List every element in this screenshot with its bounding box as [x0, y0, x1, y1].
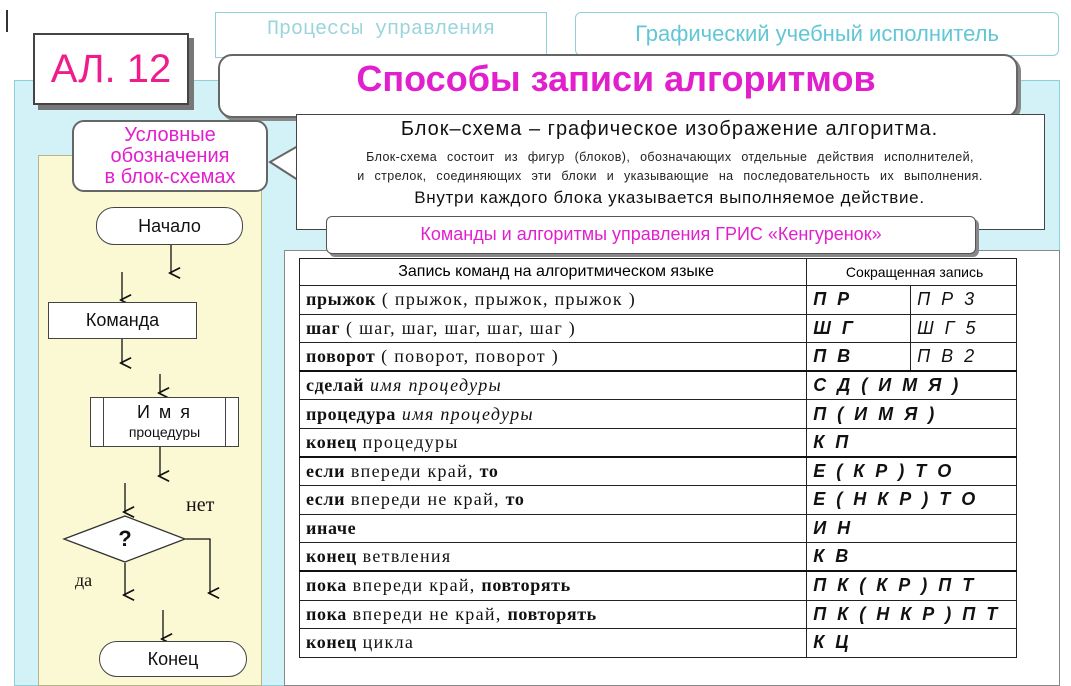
command-cell: сделай имя процедуры: [298, 370, 808, 401]
command-args: ветвления: [356, 546, 452, 567]
command-args: цикла: [356, 632, 415, 653]
keyword: шаг: [306, 317, 341, 338]
keyword: конец: [306, 432, 357, 453]
flowchart-procedure: И м я процедуры: [90, 397, 239, 447]
table-row: конец цикла К Ц: [298, 628, 1017, 658]
table-row: иначе И Н: [298, 513, 1017, 544]
keyword: сделай: [306, 375, 365, 396]
table-row: если впереди край, то Е ( К Р ) Т О: [298, 456, 1017, 487]
keyword: если: [306, 489, 346, 510]
command-cell: конец цикла: [298, 628, 808, 658]
keyword: процедура: [306, 403, 397, 424]
page-title: Способы записи алгоритмов: [356, 58, 876, 99]
decision-mark: ?: [118, 526, 132, 551]
section-subtitle: Команды и алгоритмы управления ГРИС «Кен…: [326, 216, 976, 254]
command-args: ( шаг, шаг, шаг, шаг, шаг ): [340, 317, 577, 338]
command-cell: конец ветвления: [298, 542, 808, 573]
command-args: ( поворот, поворот ): [375, 346, 560, 367]
command-cell: поворот ( поворот, поворот ): [298, 342, 808, 373]
short-cell: И Н: [806, 513, 1017, 544]
keyword: прыжок: [306, 289, 377, 310]
definition-line-4: Внутри каждого блока указывается выполня…: [414, 188, 925, 207]
keyword-2: то: [505, 489, 525, 510]
keyword: пока: [306, 603, 347, 624]
tab-graphic-executor[interactable]: Графический учебный исполнитель: [575, 12, 1059, 56]
lesson-badge: АЛ. 12: [33, 33, 189, 105]
flowchart-start: Начало: [96, 207, 243, 245]
flowchart-command: Команда: [48, 302, 197, 339]
definition-line-3: и стрелок, соединяющих эти блоки и указы…: [357, 169, 983, 183]
short-cell: С Д ( И М Я ): [806, 370, 1017, 401]
short-cell: К Ц: [806, 628, 1017, 658]
command-args: ( прыжок, прыжок, прыжок ): [376, 289, 636, 310]
keyword: конец: [306, 546, 357, 567]
keyword: иначе: [306, 518, 357, 539]
command-cell: прыжок ( прыжок, прыжок, прыжок ): [298, 285, 808, 315]
header-algorithmic-language: Запись команд на алгоритмическом языке: [298, 258, 808, 286]
command-cell: пока впереди не край, повторять: [298, 599, 808, 630]
short-cell: Е ( Н К Р ) Т О: [806, 485, 1017, 515]
command-cell: пока впереди край, повторять: [298, 570, 808, 601]
table-row: прыжок ( прыжок, прыжок, прыжок ) П Р П …: [298, 285, 1017, 315]
short-cell: П В: [806, 342, 912, 373]
command-args: впереди не край,: [346, 603, 502, 624]
table-row: сделай имя процедуры С Д ( И М Я ): [298, 370, 1017, 401]
short-cell: П К ( Н К Р ) П Т: [806, 599, 1017, 630]
keyword-2: то: [479, 461, 499, 482]
keyword: конец: [306, 632, 357, 653]
table-row: пока впереди край, повторять П К ( К Р )…: [298, 570, 1017, 601]
short-cell: К В: [806, 542, 1017, 573]
command-args: впереди край,: [345, 461, 474, 482]
keyword: пока: [306, 575, 347, 596]
command-args: впереди не край,: [345, 489, 500, 510]
short-cell-repeat: П Р 3: [910, 285, 1017, 315]
command-cell: процедура имя процедуры: [298, 399, 808, 429]
branch-no-line: [185, 538, 210, 593]
table-row: конец процедуры К П: [298, 427, 1017, 459]
short-cell: Е ( К Р ) Т О: [806, 456, 1017, 487]
tab-control-processes[interactable]: Процессы управления: [215, 12, 547, 58]
short-cell: П Р: [806, 285, 912, 315]
cursor-mark: [6, 10, 8, 32]
command-args: впереди край,: [346, 575, 476, 596]
table-header-row: Запись команд на алгоритмическом языке С…: [298, 258, 1017, 286]
short-cell: Ш Г: [806, 313, 912, 344]
command-table: Запись команд на алгоритмическом языке С…: [298, 258, 1017, 658]
keyword-2: повторять: [507, 603, 597, 624]
short-cell-repeat: Ш Г 5: [910, 313, 1017, 344]
short-cell-repeat: П В 2: [910, 342, 1017, 373]
keyword: если: [306, 461, 346, 482]
command-cell: если впереди не край, то: [298, 485, 808, 515]
command-cell: иначе: [298, 513, 808, 544]
definition-line-1: Блок–схема – графическое изображение алг…: [400, 118, 939, 140]
procedure-label: процедуры: [128, 424, 201, 440]
command-args: процедуры: [356, 432, 459, 453]
table-row: поворот ( поворот, поворот ) П В П В 2: [298, 342, 1017, 373]
table-row: если впереди не край, то Е ( Н К Р ) Т О: [298, 485, 1017, 515]
table-row: шаг ( шаг, шаг, шаг, шаг, шаг ) Ш Г Ш Г …: [298, 313, 1017, 344]
command-args: имя процедуры: [364, 375, 503, 396]
header-short-notation: Сокращенная запись: [806, 258, 1017, 286]
short-cell: П ( И М Я ): [806, 399, 1017, 429]
keyword: поворот: [306, 346, 376, 367]
command-cell: если впереди край, то: [298, 456, 808, 487]
command-cell: конец процедуры: [298, 427, 808, 459]
command-args: имя процедуры: [396, 403, 534, 424]
table-row: пока впереди не край, повторять П К ( Н …: [298, 599, 1017, 630]
procedure-name: И м я: [136, 402, 193, 422]
short-cell: К П: [806, 427, 1017, 459]
table-row: процедура имя процедуры П ( И М Я ): [298, 399, 1017, 429]
command-cell: шаг ( шаг, шаг, шаг, шаг, шаг ): [298, 313, 808, 344]
callout-line-1: Условные: [124, 124, 216, 146]
label-no: нет: [186, 494, 215, 516]
definition-line-2: Блок-схема состоит из фигур (блоков), об…: [366, 150, 974, 164]
label-yes: да: [75, 570, 93, 590]
definition-details: Блок-схема состоит из фигур (блоков), об…: [310, 148, 1030, 186]
flowchart-end: Конец: [99, 641, 247, 677]
keyword-2: повторять: [481, 575, 571, 596]
short-cell: П К ( К Р ) П Т: [806, 570, 1017, 601]
table-row: конец ветвления К В: [298, 542, 1017, 573]
